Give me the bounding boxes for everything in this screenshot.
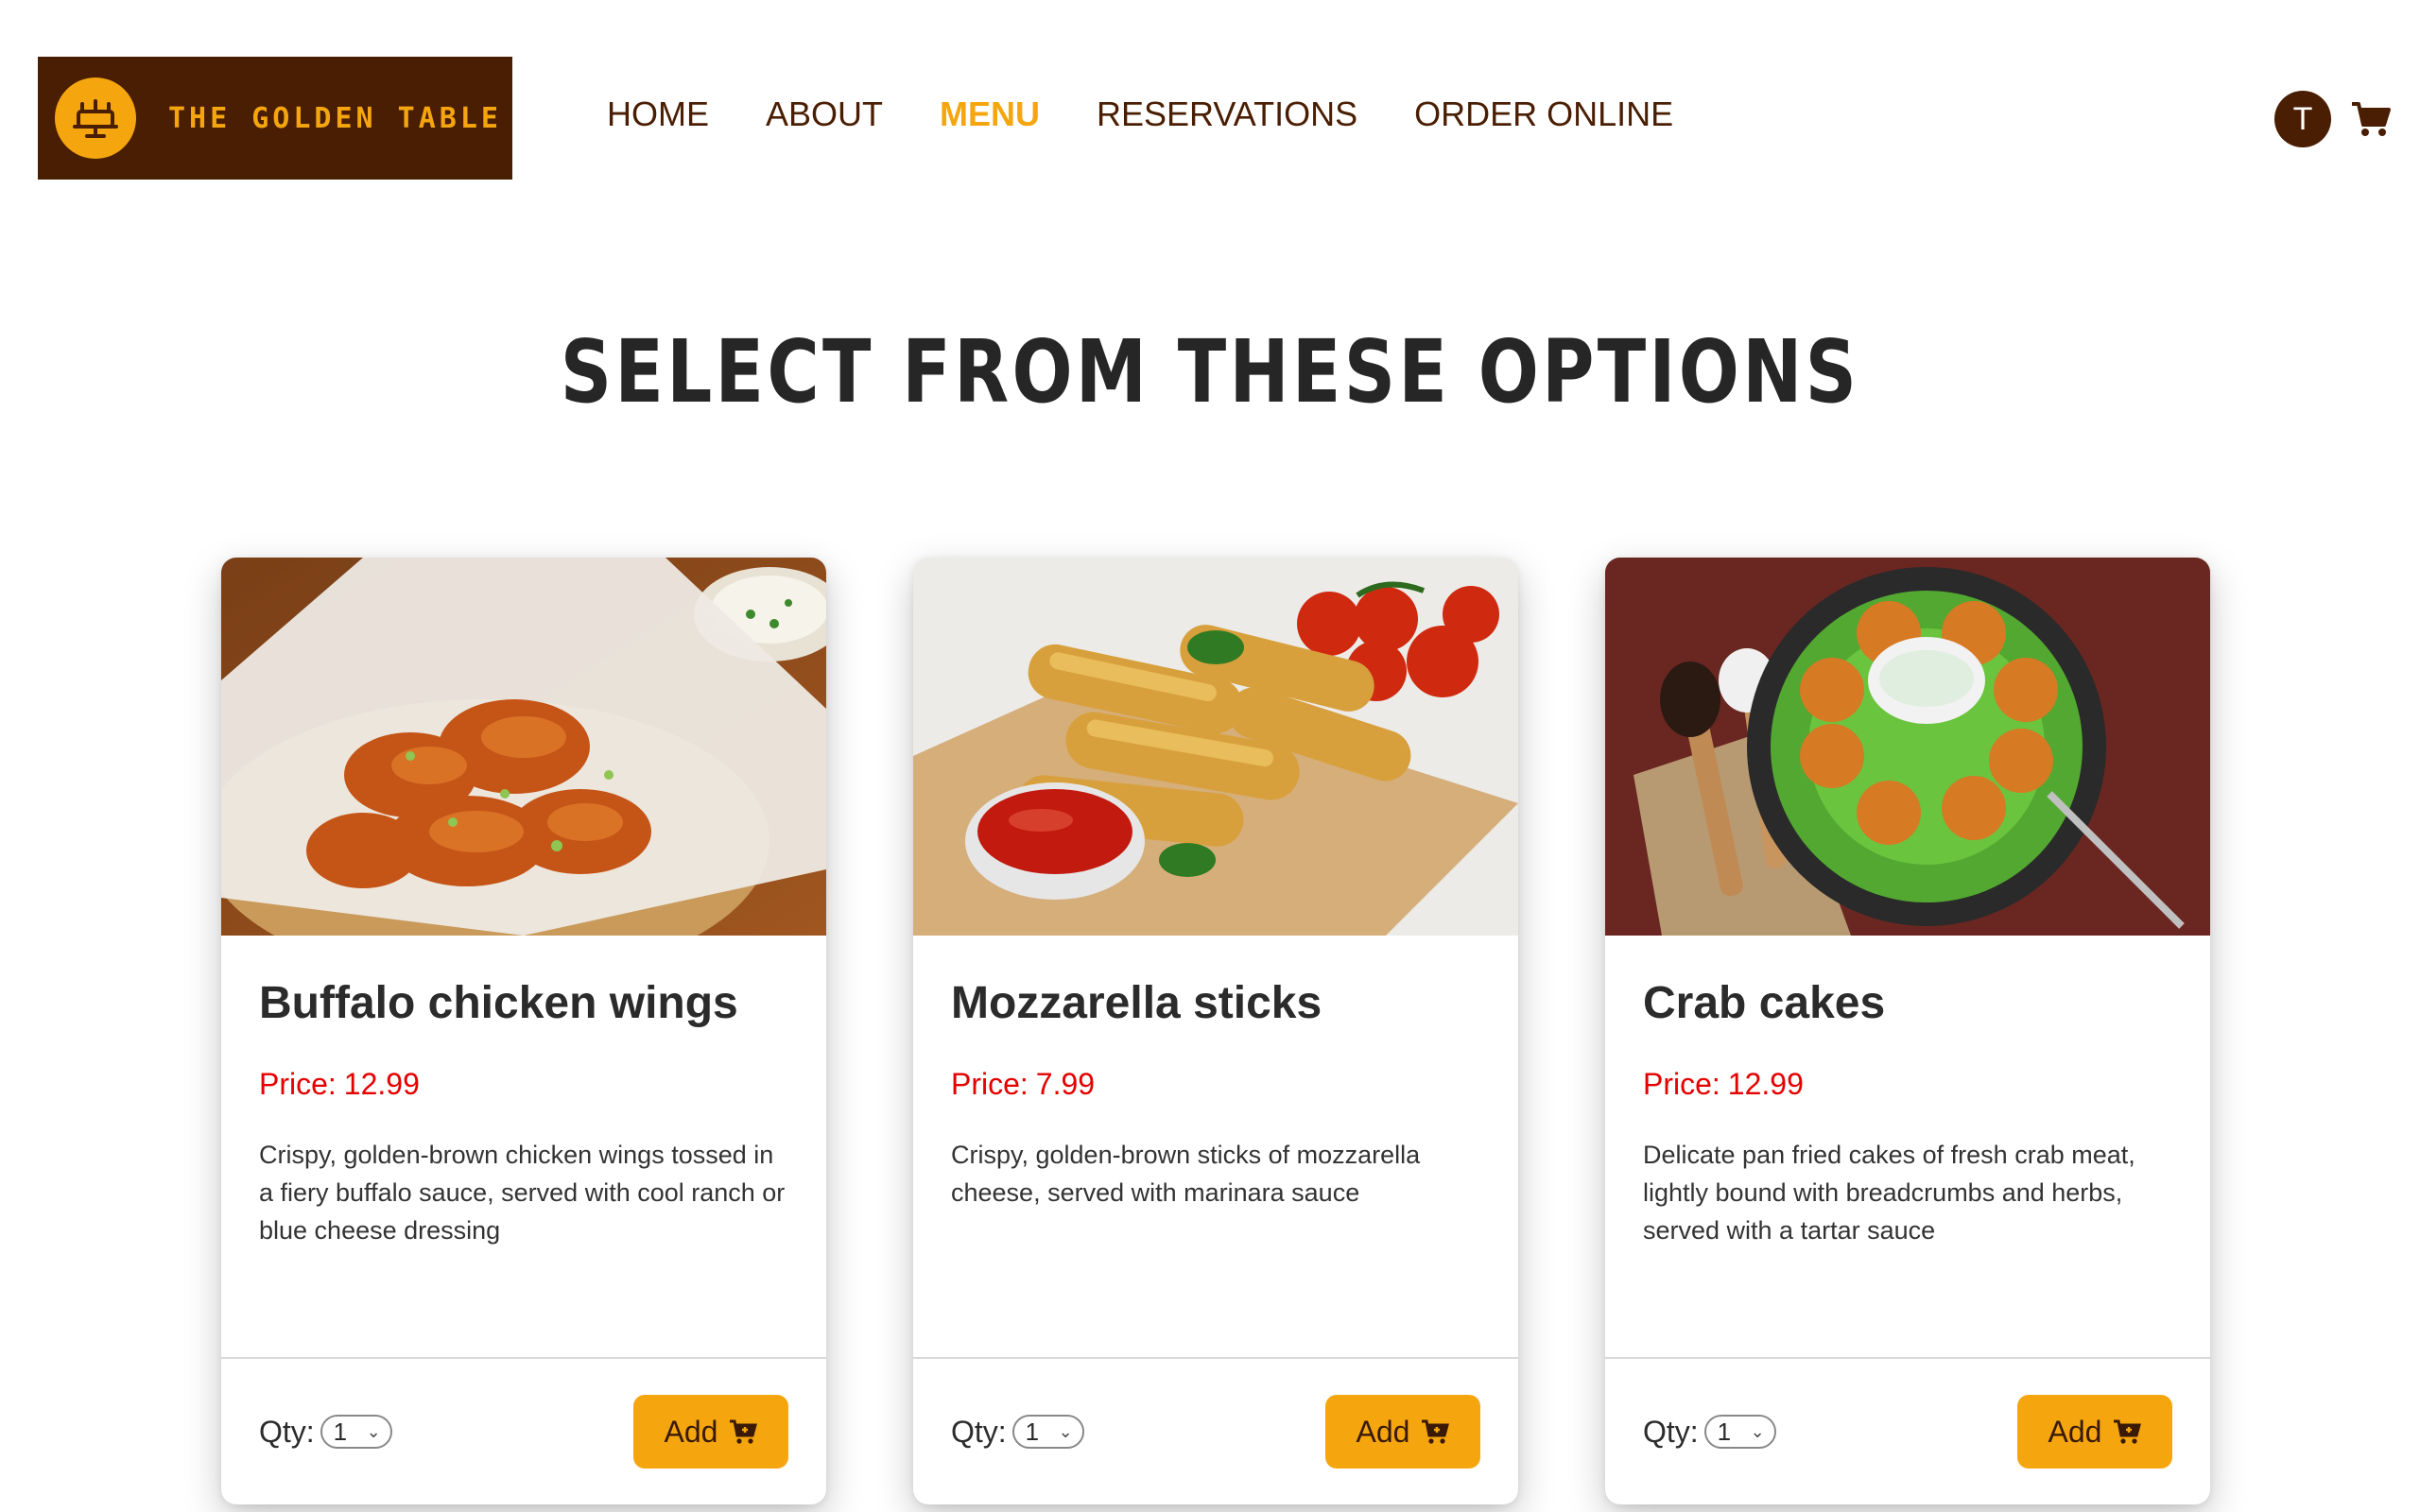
item-description: Crispy, golden-brown sticks of mozzarell… bbox=[951, 1141, 1421, 1207]
card-footer: Qty: 1 ⌄ Add bbox=[913, 1357, 1518, 1504]
qty-control: Qty: 1 ⌄ bbox=[259, 1415, 392, 1450]
food-image bbox=[913, 558, 1518, 936]
cart-add-icon bbox=[730, 1419, 758, 1444]
nav-order-online[interactable]: ORDER ONLINE bbox=[1414, 94, 1673, 134]
item-name: Buffalo chicken wings bbox=[259, 978, 738, 1028]
food-image bbox=[1605, 558, 2210, 936]
chevron-down-icon: ⌄ bbox=[1058, 1421, 1073, 1441]
qty-control: Qty: 1 ⌄ bbox=[1643, 1415, 1776, 1450]
card-footer: Qty: 1 ⌄ Add bbox=[1605, 1357, 2210, 1504]
nav-reservations[interactable]: RESERVATIONS bbox=[1097, 94, 1357, 134]
card-footer: Qty: 1 ⌄ Add bbox=[221, 1357, 826, 1504]
page-title: SELECT FROM THESE OPTIONS bbox=[560, 321, 1860, 422]
item-name: Crab cakes bbox=[1643, 978, 1886, 1028]
qty-select[interactable]: 1 ⌄ bbox=[320, 1415, 392, 1449]
qty-select[interactable]: 1 ⌄ bbox=[1703, 1415, 1776, 1449]
shopping-cart-icon[interactable] bbox=[2350, 98, 2392, 140]
item-description: Crispy, golden-brown chicken wings tosse… bbox=[259, 1141, 786, 1245]
qty-select[interactable]: 1 ⌄ bbox=[1011, 1415, 1084, 1449]
user-avatar[interactable]: T bbox=[2274, 91, 2331, 147]
qty-label: Qty: bbox=[1643, 1414, 1699, 1449]
item-price: Price: 7.99 bbox=[951, 1067, 1096, 1101]
cart-add-icon bbox=[2114, 1419, 2142, 1444]
site-header: THE GOLDEN TABLE HOME ABOUT MENU RESERVA… bbox=[0, 0, 2420, 236]
menu-card: Buffalo chicken wings Price: 12.99 Crispy… bbox=[221, 558, 826, 1504]
qty-label: Qty: bbox=[951, 1414, 1007, 1449]
nav-home[interactable]: HOME bbox=[607, 94, 709, 134]
menu-card: Mozzarella sticks Price: 7.99 Crispy, gol… bbox=[913, 558, 1518, 1504]
chevron-down-icon: ⌄ bbox=[366, 1421, 381, 1441]
add-to-cart-button[interactable]: Add bbox=[2017, 1395, 2172, 1469]
brand-logo[interactable]: THE GOLDEN TABLE bbox=[38, 57, 512, 180]
main-nav: HOME ABOUT MENU RESERVATIONS ORDER ONLIN… bbox=[607, 94, 1730, 134]
serving-table-icon bbox=[55, 77, 136, 159]
nav-menu[interactable]: MENU bbox=[940, 94, 1040, 134]
food-image bbox=[221, 558, 826, 936]
add-to-cart-button[interactable]: Add bbox=[633, 1395, 788, 1469]
cart-add-icon bbox=[1422, 1419, 1450, 1444]
menu-card: Crab cakes Price: 12.99 Delicate pan frie… bbox=[1605, 558, 2210, 1504]
add-to-cart-button[interactable]: Add bbox=[1325, 1395, 1480, 1469]
chevron-down-icon: ⌄ bbox=[1750, 1421, 1765, 1441]
brand-name: THE GOLDEN TABLE bbox=[168, 101, 502, 135]
item-name: Mozzarella sticks bbox=[951, 978, 1322, 1028]
item-price: Price: 12.99 bbox=[1643, 1067, 1804, 1101]
item-price: Price: 12.99 bbox=[259, 1067, 420, 1101]
nav-about[interactable]: ABOUT bbox=[766, 94, 883, 134]
item-description: Delicate pan fried cakes of fresh crab m… bbox=[1643, 1141, 2135, 1245]
qty-control: Qty: 1 ⌄ bbox=[951, 1415, 1084, 1450]
qty-label: Qty: bbox=[259, 1414, 315, 1449]
